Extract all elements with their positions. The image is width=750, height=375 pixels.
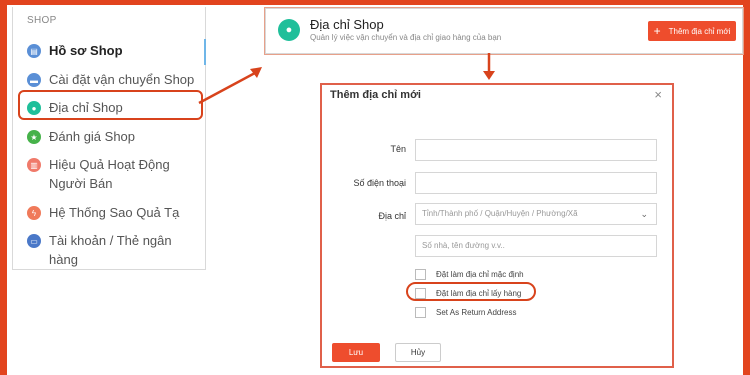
phone-label: Số điện thoại	[353, 178, 406, 188]
arrow-head-header	[250, 67, 262, 78]
checkbox-label: Set As Return Address	[436, 308, 517, 317]
checkbox-label: Đặt làm địa chỉ mặc định	[436, 270, 524, 279]
region-select-placeholder: Tỉnh/Thành phố / Quận/Huyện / Phường/Xã	[422, 209, 578, 218]
street-address-placeholder: Số nhà, tên đường v.v..	[422, 241, 505, 250]
name-input[interactable]	[415, 139, 657, 161]
return-address-checkbox[interactable]: Set As Return Address	[415, 307, 517, 318]
arrow-sidebar-to-header	[198, 70, 258, 105]
street-address-input[interactable]: Số nhà, tên đường v.v..	[415, 235, 657, 257]
checkbox-box[interactable]	[415, 307, 426, 318]
phone-input[interactable]	[415, 172, 657, 194]
screenshot-canvas: SHOP ▤ Hồ sơ Shop ▬ Cài đặt vận chuyển S…	[7, 5, 743, 375]
add-address-modal: Thêm địa chỉ mới × Tên Số điện thoại Địa…	[320, 83, 674, 368]
default-address-checkbox[interactable]: Đặt làm địa chỉ mặc định	[415, 269, 524, 280]
chevron-down-icon: ⌄	[640, 209, 648, 219]
name-label: Tên	[390, 144, 406, 154]
save-button[interactable]: Lưu	[332, 343, 380, 362]
region-select[interactable]: Tỉnh/Thành phố / Quận/Huyện / Phường/Xã …	[415, 203, 657, 225]
address-label: Địa chỉ	[378, 211, 406, 221]
close-icon[interactable]: ×	[654, 87, 662, 102]
arrow-head-modal	[483, 71, 495, 80]
cancel-button[interactable]: Hủy	[395, 343, 441, 362]
checkbox-box[interactable]	[415, 269, 426, 280]
pickup-highlight-annotation	[406, 282, 536, 301]
modal-title: Thêm địa chỉ mới	[330, 89, 421, 101]
